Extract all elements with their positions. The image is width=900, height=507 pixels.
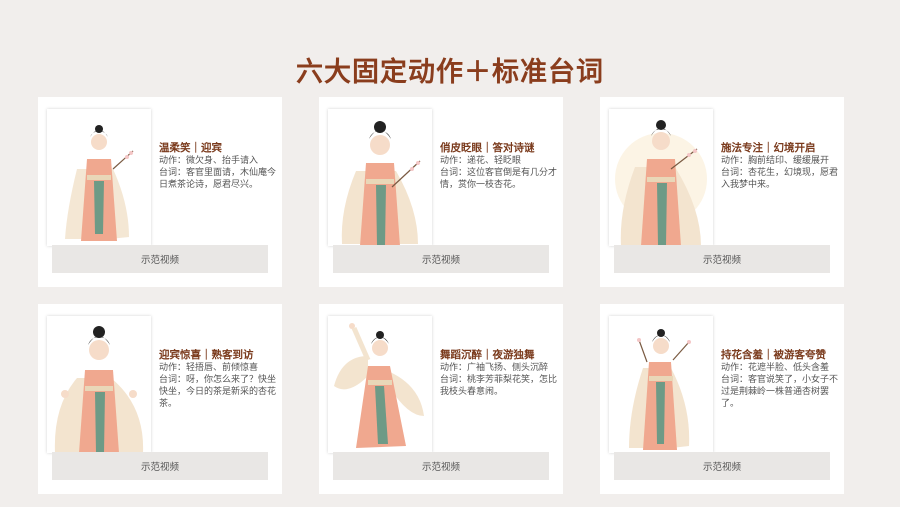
hanfu-woman-shy-with-flower-icon (629, 329, 691, 450)
action-card: 俏皮眨眼｜答对诗谜 动作：递花、轻眨眼 台词：这位客官倒是有几分才情，赏你一枝杏… (319, 97, 563, 287)
card-title: 温柔笑｜迎宾 (159, 142, 222, 154)
card-title: 俏皮眨眼｜答对诗谜 (440, 142, 535, 154)
card-title: 舞蹈沉醉｜夜游独舞 (440, 349, 535, 361)
hanfu-woman-surprised-icon (54, 326, 144, 453)
hanfu-woman-offering-flower-icon (341, 121, 421, 246)
hanfu-woman-dancing-icon (334, 323, 424, 448)
action-card: 迎宾惊喜｜熟客到访 动作：轻捂唇、前倾惊喜 台词：呀，你怎么来了？快坐快坐，今日… (38, 304, 282, 494)
action-card: 持花含羞｜被游客夸赞 动作：花遮半脸、低头含羞 台词：客官说笑了，小女子不过是荆… (600, 304, 844, 494)
action-text: 动作：微欠身、抬手请入 (159, 156, 259, 166)
demo-video-button[interactable]: 示范视频 (614, 245, 830, 273)
hanfu-woman-holding-branch-icon (65, 125, 134, 241)
hanfu-woman-casting-spell-icon (615, 120, 707, 246)
demo-video-button[interactable]: 示范视频 (333, 245, 549, 273)
action-text: 动作：花遮半脸、低头含羞 (721, 363, 830, 373)
action-card: 温柔笑｜迎宾 动作：微欠身、抬手请入 台词：客官里面请，木仙庵今日煮茶论诗，愿君… (38, 97, 282, 287)
dialogue-text: 台词：桃李芳菲梨花笑，怎比我枝头春意闹。 (440, 375, 558, 397)
card-title: 迎宾惊喜｜熟客到访 (159, 349, 254, 361)
card-title: 施法专注｜幻境开启 (721, 142, 816, 154)
card-title: 持花含羞｜被游客夸赞 (721, 349, 826, 361)
dialogue-text: 台词：这位客官倒是有几分才情，赏你一枝杏花。 (440, 168, 558, 190)
dialogue-text: 台词：呀，你怎么来了？快坐快坐，今日的茶是新采的杏花茶。 (159, 375, 277, 409)
photo (328, 109, 432, 246)
dialogue-text: 台词：客官里面请，木仙庵今日煮茶论诗，愿君尽兴。 (159, 168, 277, 190)
demo-video-button[interactable]: 示范视频 (52, 452, 268, 480)
action-text: 动作：广袖飞扬、侧头沉醉 (440, 363, 549, 373)
photo (47, 109, 151, 246)
photo (609, 316, 713, 453)
action-card: 舞蹈沉醉｜夜游独舞 动作：广袖飞扬、侧头沉醉 台词：桃李芳菲梨花笑，怎比我枝头春… (319, 304, 563, 494)
dialogue-text: 台词：客官说笑了，小女子不过是荆棘岭一株普通杏树罢了。 (721, 375, 839, 409)
photo (328, 316, 432, 453)
action-text: 动作：胸前结印、缓缓展开 (721, 156, 830, 166)
action-text: 动作：递花、轻眨眼 (440, 156, 522, 166)
action-text: 动作：轻捂唇、前倾惊喜 (159, 363, 259, 373)
demo-video-button[interactable]: 示范视频 (333, 452, 549, 480)
page-title: 六大固定动作＋标准台词 (296, 57, 604, 88)
demo-video-button[interactable]: 示范视频 (614, 452, 830, 480)
demo-video-button[interactable]: 示范视频 (52, 245, 268, 273)
action-card: 施法专注｜幻境开启 动作：胸前结印、缓缓展开 台词：杏花生，幻境现，愿君入我梦中… (600, 97, 844, 287)
photo (609, 109, 713, 246)
photo (47, 316, 151, 453)
dialogue-text: 台词：杏花生，幻境现，愿君入我梦中来。 (721, 168, 839, 190)
